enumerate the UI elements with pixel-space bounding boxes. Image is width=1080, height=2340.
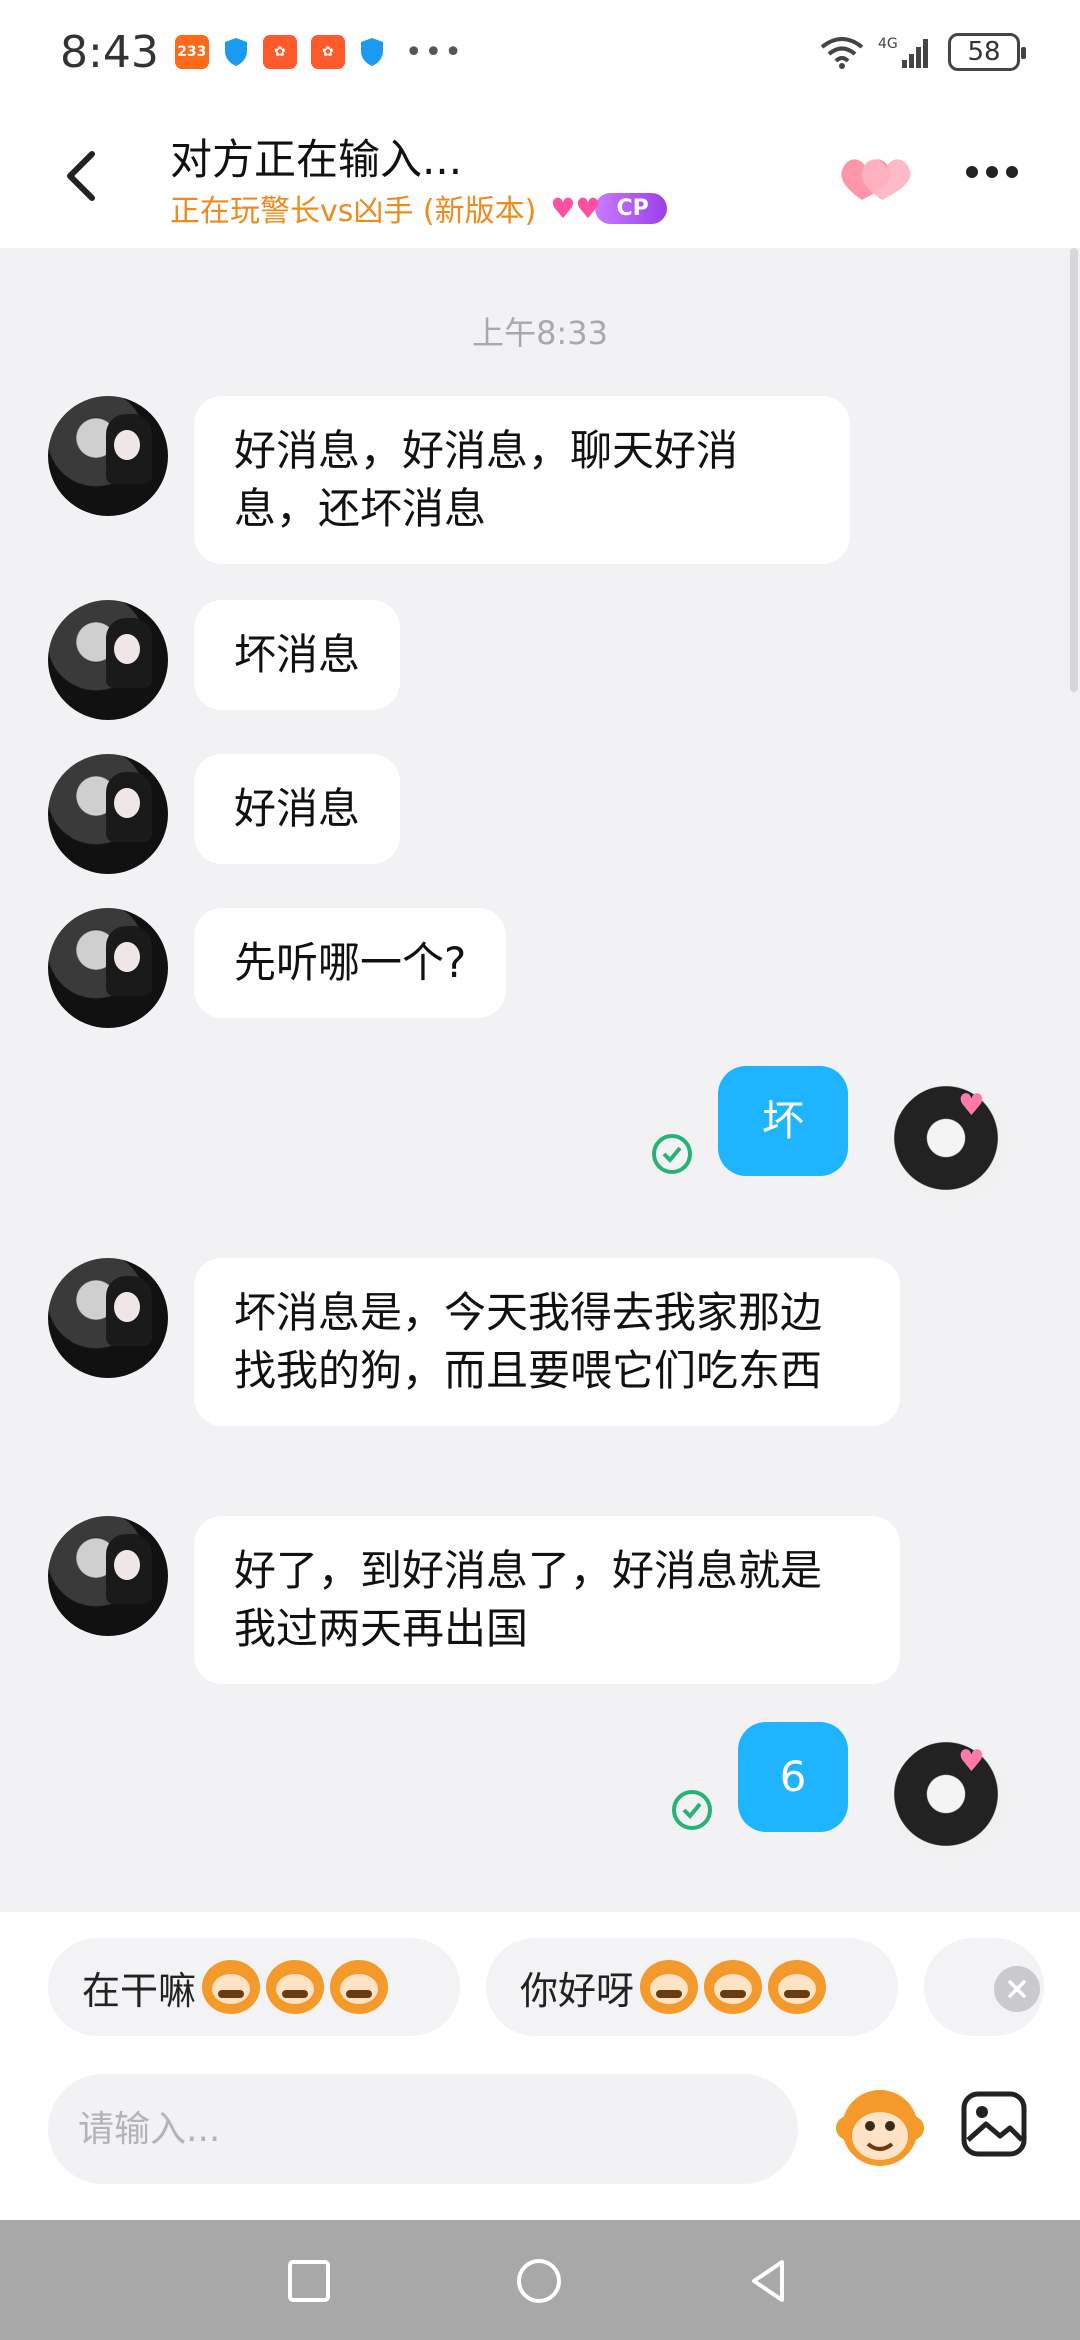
read-receipt-icon [652,1134,692,1174]
network-type-label: 4G [878,36,898,52]
message-timestamp: 上午8:33 [472,314,608,352]
user-avatar[interactable] [892,1740,1012,1860]
contact-avatar[interactable] [48,754,168,874]
game-status[interactable]: 正在玩警长vs凶手 (新版本) ♥♥ CP [170,186,667,230]
chat-header: 对方正在输入... 正在玩警长vs凶手 (新版本) ♥♥ CP [0,104,1080,248]
incoming-message[interactable]: 坏消息是，今天我得去我家那边找我的狗，而且要喂它们吃东西 [194,1258,900,1426]
incoming-message[interactable]: 坏消息 [194,600,401,710]
quick-reply-label: 在干嘛 [82,1968,197,2013]
system-nav-bar [0,2220,1080,2340]
back-arrow-icon[interactable] [54,146,114,206]
status-right: 4G 58 [820,33,1026,71]
status-time: 8:43 [60,26,159,78]
notification-icons: 233 ✿ ✿ ••• [174,34,464,70]
quick-reply-chip[interactable]: 你好呀 [486,1938,898,2036]
home-icon[interactable] [514,2256,564,2306]
app-orange-icon: ✿ [262,35,297,69]
battery-indicator: 58 [948,33,1026,71]
scrollbar[interactable] [1070,248,1078,692]
close-icon[interactable] [994,1966,1040,2012]
monkey-grin-icon [202,1960,389,2014]
incoming-message[interactable]: 好消息，好消息，聊天好消息，还坏消息 [194,396,850,564]
more-options-icon[interactable] [966,160,1026,184]
double-heart-icon[interactable] [838,150,914,206]
contact-avatar[interactable] [48,1258,168,1378]
message-list[interactable]: 上午8:33 好消息，好消息，聊天好消息，还坏消息 坏消息 好消息 先听哪一个?… [0,248,1080,1912]
cp-hearts-icon: ♥♥ [550,191,601,225]
incoming-message[interactable]: 先听哪一个? [194,908,507,1018]
nav-back-icon[interactable] [744,2256,794,2306]
incoming-message[interactable]: 好消息 [194,754,401,864]
quick-reply-chip[interactable]: 在干嘛 [48,1938,460,2036]
monkey-emoji-icon[interactable] [836,2082,924,2170]
outgoing-message[interactable]: 坏 [718,1066,848,1176]
recent-apps-icon[interactable] [284,2256,334,2306]
chat-screen: 8:43 233 ✿ ✿ ••• 4G 58 对方正在输入... 正在玩警长vs… [0,0,1080,2340]
user-avatar[interactable] [892,1084,1012,1204]
status-bar: 8:43 233 ✿ ✿ ••• 4G 58 [0,0,1080,104]
app-orange-icon-2: ✿ [310,35,345,69]
cp-badge[interactable]: ♥♥ CP [550,190,667,226]
quick-reply-label: 你好呀 [520,1968,635,2013]
cp-label: CP [594,192,667,224]
shield-icon-2 [360,38,383,66]
more-notifications-icon: ••• [404,34,464,70]
image-icon[interactable] [960,2090,1028,2158]
composer [0,2068,1080,2220]
contact-avatar[interactable] [48,396,168,516]
game-status-text: 正在玩警长vs凶手 (新版本) [170,194,537,229]
signal-icon: 4G [878,36,928,68]
monkey-smile-icon [640,1960,827,2014]
shield-icon [224,38,247,66]
read-receipt-icon [672,1790,712,1830]
quick-replies: 在干嘛 你好呀 [0,1912,1080,2068]
message-input[interactable] [48,2074,798,2184]
contact-avatar[interactable] [48,1516,168,1636]
contact-avatar[interactable] [48,908,168,1028]
page-title: 对方正在输入... [170,135,463,184]
wifi-icon [820,37,864,69]
incoming-message[interactable]: 好了，到好消息了，好消息就是我过两天再出国 [194,1516,900,1684]
outgoing-message[interactable]: 6 [738,1722,848,1832]
contact-avatar[interactable] [48,600,168,720]
app-233-icon: 233 [174,35,209,69]
